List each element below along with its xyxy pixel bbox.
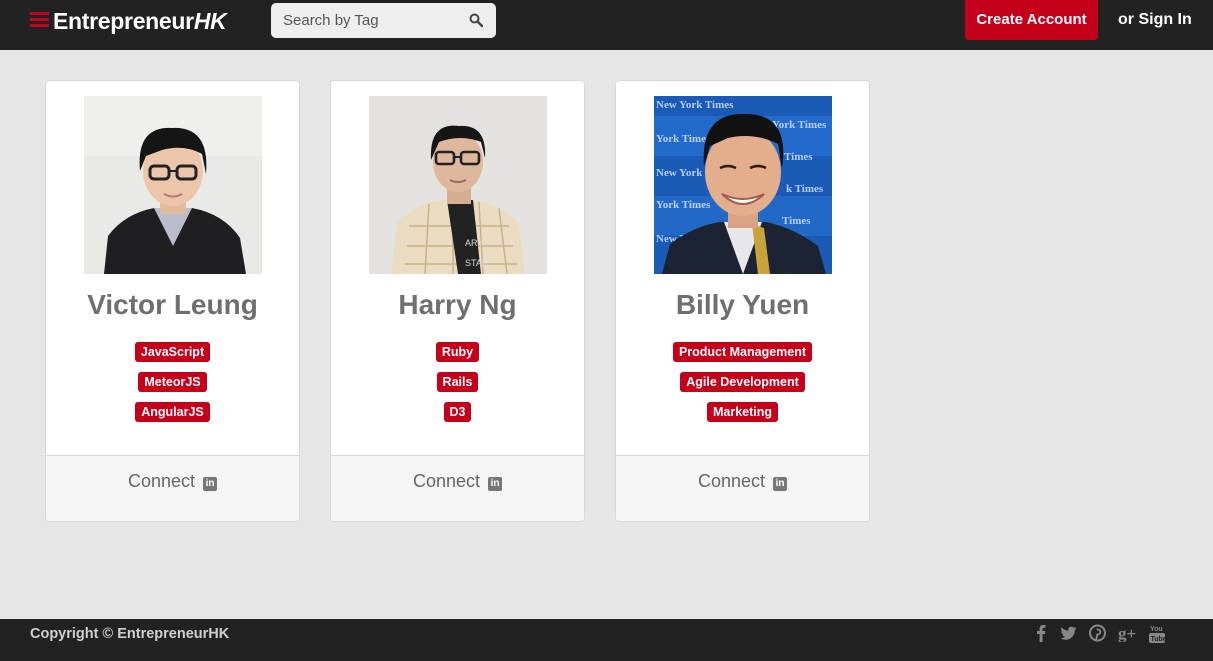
connect-label: Connect xyxy=(412,471,481,491)
connect-button[interactable]: Connect in xyxy=(331,469,584,493)
svg-text:York Times: York Times xyxy=(772,119,827,131)
google-plus-icon[interactable]: g+ xyxy=(1118,624,1138,642)
svg-text:k Times: k Times xyxy=(786,183,824,195)
tag-badge[interactable]: AngularJS xyxy=(135,402,210,422)
profile-card: Victor Leung JavaScript MeteorJS Angular… xyxy=(45,80,300,522)
brand-main: Entrepreneur xyxy=(53,8,194,34)
svg-text:ARY: ARY xyxy=(465,238,483,248)
profile-name: Victor Leung xyxy=(87,289,258,320)
facebook-icon[interactable] xyxy=(1036,624,1046,642)
card-footer: Connect in xyxy=(331,455,584,521)
copyright-text: Copyright © EntrepreneurHK xyxy=(30,626,230,642)
profile-name: Billy Yuen xyxy=(675,289,810,320)
youtube-icon[interactable]: You Tube xyxy=(1149,624,1166,643)
svg-text:New York T: New York T xyxy=(656,167,713,179)
card-footer: Connect in xyxy=(46,455,299,521)
svg-text:Tube: Tube xyxy=(1151,636,1166,643)
pinterest-icon[interactable] xyxy=(1089,624,1106,642)
svg-text:New York Times: New York Times xyxy=(656,99,734,111)
page-footer: Copyright © EntrepreneurHK g+ You Tube xyxy=(0,619,1213,661)
profile-card: New York Times York Times York Times Tim… xyxy=(615,80,870,522)
tag-badge[interactable]: Agile Development xyxy=(680,372,805,392)
profile-photo: ARY START xyxy=(369,96,547,274)
tag-badge[interactable]: Marketing xyxy=(706,402,779,422)
connect-button[interactable]: Connect in xyxy=(616,469,869,493)
create-account-button[interactable]: Create Account xyxy=(965,0,1098,40)
svg-text:g+: g+ xyxy=(1118,624,1136,642)
tag-badge[interactable]: Product Management xyxy=(672,342,813,362)
tag-search-box xyxy=(271,3,496,38)
profile-card: ARY START Harry Ng Ruby Rails D3 Connect… xyxy=(330,80,585,522)
card-footer: Connect in xyxy=(616,455,869,521)
brand-logo[interactable]: EntrepreneurHK xyxy=(53,6,227,36)
search-icon[interactable] xyxy=(469,13,483,27)
tag-list: Ruby Rails D3 xyxy=(331,342,584,432)
tag-badge[interactable]: D3 xyxy=(443,402,472,422)
svg-text:York Times: York Times xyxy=(656,133,711,145)
top-navbar: EntrepreneurHK Create Account or Sign In xyxy=(0,0,1213,50)
tag-list: JavaScript MeteorJS AngularJS xyxy=(46,342,299,432)
linkedin-icon: in xyxy=(488,477,503,491)
connect-button[interactable]: Connect in xyxy=(46,469,299,493)
svg-text:Times: Times xyxy=(784,151,813,163)
connect-label: Connect xyxy=(127,471,196,491)
hamburger-menu-icon[interactable] xyxy=(30,12,49,28)
svg-text:Times: Times xyxy=(782,215,811,227)
tag-badge[interactable]: Ruby xyxy=(435,342,480,362)
svg-text:York Times: York Times xyxy=(656,199,711,211)
linkedin-icon: in xyxy=(773,477,788,491)
sign-in-link[interactable]: or Sign In xyxy=(1118,0,1192,40)
profile-photo: New York Times York Times York Times Tim… xyxy=(654,96,832,274)
profile-name: Harry Ng xyxy=(398,289,517,320)
svg-text:You: You xyxy=(1150,626,1163,633)
brand-suffix: HK xyxy=(193,8,227,34)
tag-badge[interactable]: Rails xyxy=(436,372,479,392)
tag-badge[interactable]: MeteorJS xyxy=(138,372,207,392)
profile-photo xyxy=(84,96,262,274)
svg-text:START: START xyxy=(465,258,494,268)
connect-label: Connect xyxy=(697,471,766,491)
tag-badge[interactable]: JavaScript xyxy=(134,342,211,362)
twitter-icon[interactable] xyxy=(1060,624,1077,642)
tag-list: Product Management Agile Development Mar… xyxy=(616,342,869,432)
search-input[interactable] xyxy=(271,3,456,38)
linkedin-icon: in xyxy=(203,477,218,491)
